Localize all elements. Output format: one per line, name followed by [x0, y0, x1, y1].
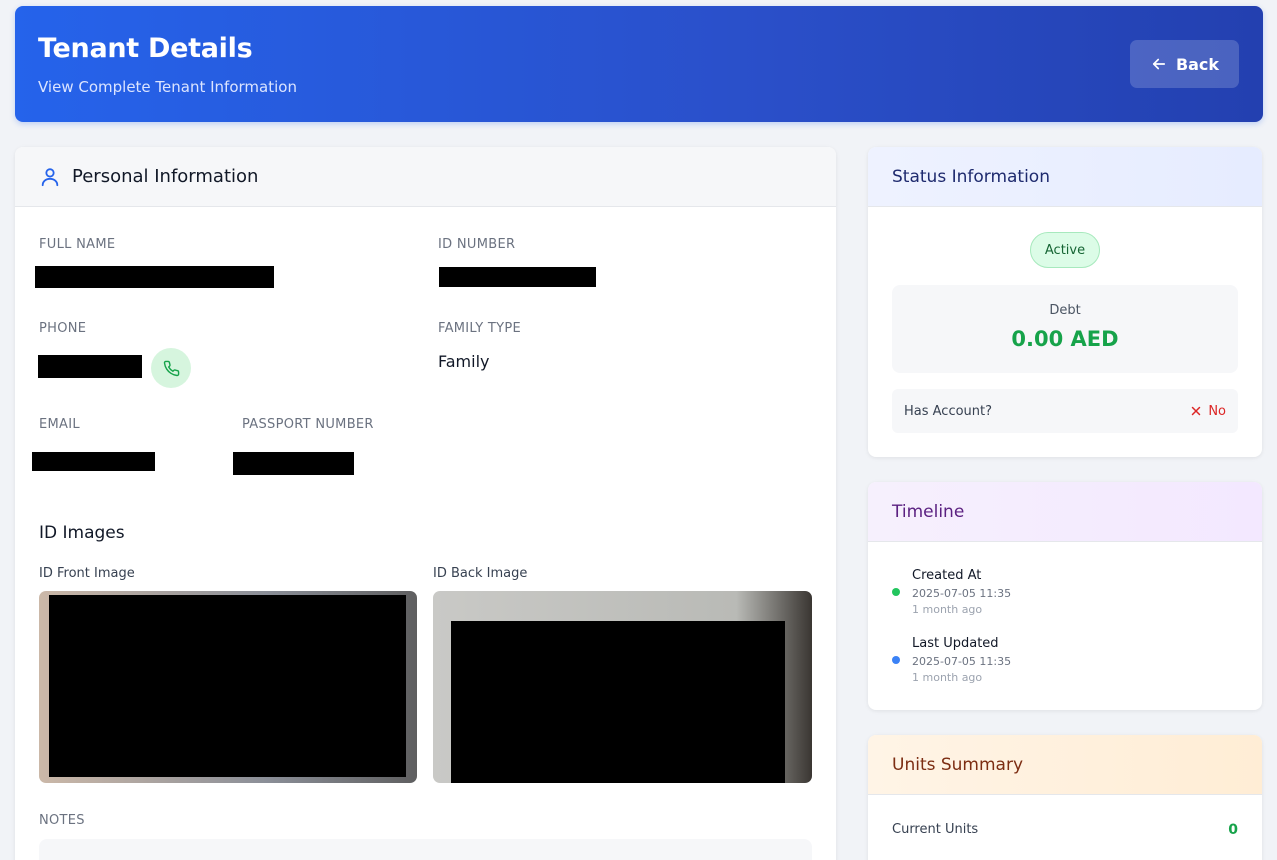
timeline-dot-icon	[892, 656, 900, 664]
timeline-item-title: Created At	[912, 568, 982, 583]
id-front-image[interactable]	[39, 591, 417, 783]
phone-redacted	[38, 355, 142, 378]
notes-box	[39, 839, 812, 860]
status-card: Status Information Active Debt 0.00 AED …	[868, 147, 1262, 457]
timeline-item-date: 2025-07-05 11:35	[912, 655, 1012, 668]
email-redacted	[32, 452, 155, 471]
family-type-value: Family	[438, 352, 490, 371]
personal-info-title: Personal Information	[72, 166, 259, 187]
phone-icon	[163, 360, 180, 377]
id-number-label: ID NUMBER	[438, 237, 516, 252]
id-back-label: ID Back Image	[433, 566, 528, 581]
timeline-card: Timeline Created At 2025-07-05 11:35 1 m…	[868, 482, 1262, 710]
timeline-title: Timeline	[868, 482, 1262, 542]
current-units-row: Current Units 0	[892, 822, 1238, 838]
x-icon	[1190, 405, 1202, 417]
call-phone-button[interactable]	[151, 348, 191, 388]
phone-label: PHONE	[39, 321, 87, 336]
arrow-left-icon	[1150, 55, 1168, 73]
has-account-value-text: No	[1208, 403, 1226, 419]
page-subtitle: View Complete Tenant Information	[38, 78, 297, 96]
id-front-label: ID Front Image	[39, 566, 135, 581]
passport-label: PASSPORT NUMBER	[242, 417, 374, 432]
status-title: Status Information	[868, 147, 1262, 207]
debt-box: Debt 0.00 AED	[892, 285, 1238, 373]
current-units-value: 0	[1228, 822, 1238, 838]
units-summary-title: Units Summary	[868, 735, 1262, 795]
email-label: EMAIL	[39, 417, 80, 432]
id-number-redacted	[439, 267, 596, 287]
status-badge: Active	[1030, 232, 1100, 268]
full-name-label: FULL NAME	[39, 237, 116, 252]
debt-value: 0.00 AED	[1011, 327, 1119, 351]
units-summary-card: Units Summary Current Units 0	[868, 735, 1262, 860]
has-account-label: Has Account?	[904, 403, 993, 419]
timeline-dot-icon	[892, 588, 900, 596]
has-account-row: Has Account? No	[892, 389, 1238, 433]
back-button[interactable]: Back	[1130, 40, 1239, 88]
page-header: Tenant Details View Complete Tenant Info…	[15, 6, 1263, 122]
full-name-redacted	[35, 266, 274, 288]
notes-label: NOTES	[39, 813, 85, 828]
back-button-label: Back	[1175, 54, 1220, 74]
has-account-value: No	[1190, 404, 1226, 419]
current-units-label: Current Units	[892, 822, 979, 837]
timeline-item-ago: 1 month ago	[912, 603, 983, 616]
user-icon	[39, 166, 61, 188]
timeline-item-date: 2025-07-05 11:35	[912, 587, 1012, 600]
timeline-item-ago: 1 month ago	[912, 671, 983, 684]
timeline-item-title: Last Updated	[912, 636, 999, 651]
id-images-title: ID Images	[39, 523, 125, 543]
id-back-image[interactable]	[433, 591, 812, 783]
debt-label: Debt	[1049, 303, 1081, 318]
passport-redacted	[233, 452, 354, 475]
family-type-label: FAMILY TYPE	[438, 321, 522, 336]
page-title: Tenant Details	[38, 33, 253, 64]
personal-info-header: Personal Information	[15, 147, 836, 207]
